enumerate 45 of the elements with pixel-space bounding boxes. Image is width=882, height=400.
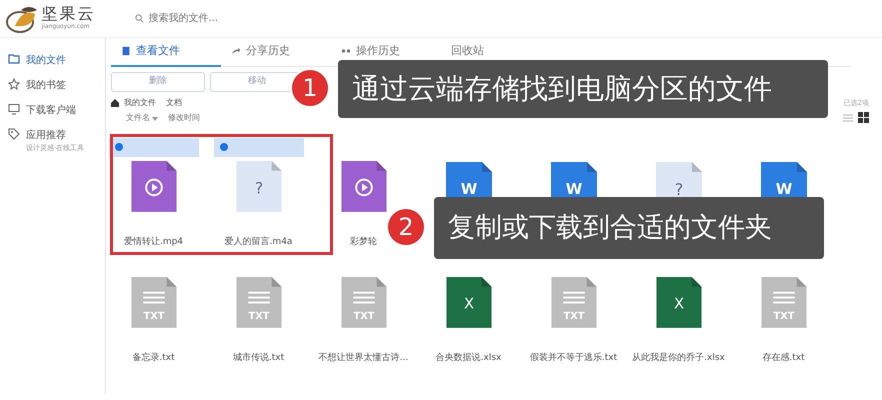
star-icon (8, 78, 20, 90)
search-field[interactable]: 搜索我的文件... (146, 10, 446, 27)
file-name[interactable]: 假装并不等于逃乐.txt (530, 352, 618, 366)
tag-icon (8, 128, 20, 140)
document-icon (121, 46, 131, 56)
share-arrow-icon (231, 46, 241, 56)
file-name[interactable]: 合央数据说.xlsx (436, 352, 502, 366)
logo-text: 坚果云 (42, 6, 96, 22)
file-name[interactable]: 城市传说.txt (232, 352, 284, 366)
sidebar-item-label: 应用推荐 (26, 128, 67, 143)
file-name[interactable]: 存在感.txt (762, 352, 805, 366)
folder-icon (8, 53, 20, 65)
sidebar-item[interactable]: 我的书签 (0, 73, 105, 98)
file-name[interactable]: 爱人的留言.m4a (224, 236, 292, 250)
unknown-file-icon[interactable]: ? (236, 161, 282, 212)
sidebar-item[interactable]: 下载客户端 (0, 98, 105, 123)
annotation-tooltip: 通过云端存储找到电脑分区的文件 (338, 60, 828, 118)
tab[interactable]: 查看文件 (111, 40, 221, 67)
sidebar-item[interactable]: 我的文件 (0, 48, 105, 73)
column-header[interactable]: 文件名 (126, 112, 150, 124)
selection-bar[interactable] (214, 138, 304, 158)
breadcrumb-item[interactable]: 文档 (166, 97, 182, 109)
monitor-icon (8, 103, 20, 115)
file-name[interactable]: 彩梦轮 (350, 236, 377, 250)
file-name[interactable]: 不想让世界太懂古诗... (318, 352, 408, 366)
video-file-icon[interactable] (130, 161, 176, 212)
toolbar-button[interactable]: 删除 (111, 72, 205, 92)
step-number-tooltip: 2 (386, 207, 426, 247)
file-name[interactable]: 从此我是你的乔子.xlsx (632, 352, 725, 366)
selection-bar[interactable] (108, 138, 198, 158)
grid-view-icon[interactable] (858, 112, 869, 123)
tab[interactable]: 分享历史 (221, 40, 331, 67)
column-header[interactable]: 修改时间 (168, 112, 200, 124)
file-name[interactable]: 爱情转让.mp4 (124, 236, 184, 250)
selected-dot-icon (114, 143, 122, 152)
excel-file-icon[interactable]: X (656, 277, 702, 328)
breadcrumb-item[interactable]: 我的文件 (124, 97, 156, 109)
excel-file-icon[interactable]: X (446, 277, 492, 328)
file-name[interactable]: 备忘录.txt (132, 352, 175, 366)
home-icon (111, 99, 119, 107)
step-number-tooltip: 1 (290, 68, 330, 108)
search-icon (135, 14, 144, 23)
annotation-tooltip: 复制或下载到合适的文件夹 (434, 197, 824, 259)
video-file-icon[interactable] (340, 161, 386, 212)
selected-dot-icon (220, 143, 228, 152)
